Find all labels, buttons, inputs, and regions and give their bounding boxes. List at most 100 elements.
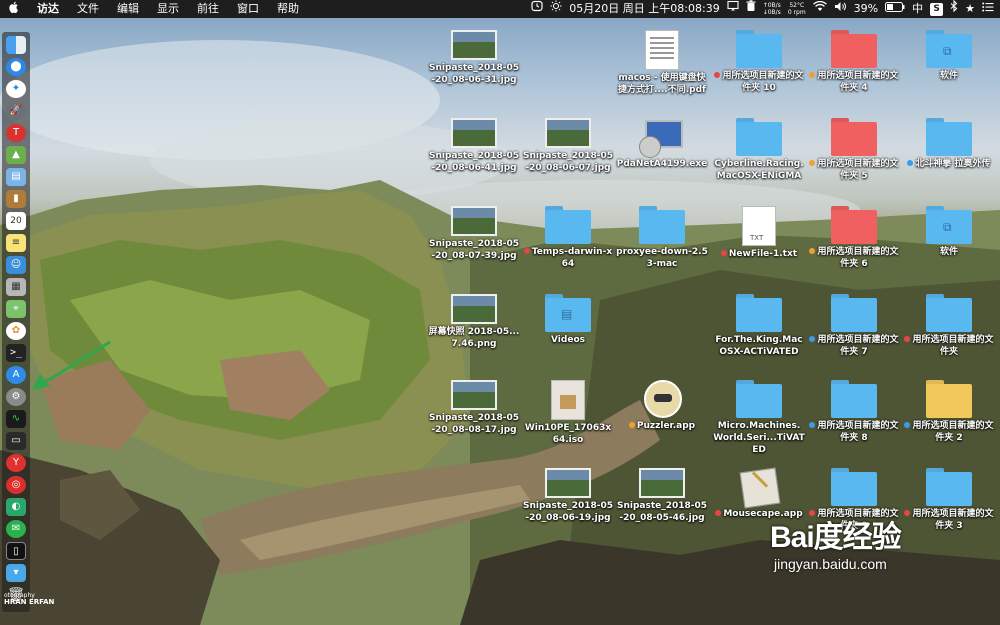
desktop-item[interactable]: 用所选项目新建的文件夹 8 [808,380,900,444]
desktop-item-label: Cyberline.Racing.MacOSX-ENiGMA [713,158,805,182]
menu-help[interactable]: 帮助 [268,0,308,18]
brightness-icon[interactable] [550,0,562,18]
desktop-item[interactable]: TXT NewFile-1.txt [713,206,805,260]
dock-iphone-icon[interactable]: ▯ [6,542,26,560]
green-arrow-annotation [32,340,111,390]
desktop-item[interactable]: Snipaste_2018-05-20_08-06-19.jpg [522,468,614,524]
desktop-item[interactable]: 用所选项目新建的文件夹 [903,294,995,358]
desktop-item[interactable]: 屏幕快照 2018-05...7.46.png [428,294,520,350]
desktop-item[interactable]: For.The.King.MacOSX-ACTiVATED [713,294,805,358]
menu-window[interactable]: 窗口 [228,0,268,18]
desktop-item[interactable]: Temps-darwin-x64 [522,206,614,270]
dock-red-app-icon[interactable]: T [6,124,26,142]
tag-dot [809,160,816,166]
desktop-item-label: Videos [522,334,614,346]
dock-green-app-icon[interactable]: ◐ [6,498,26,516]
dock-system-preferences-icon[interactable]: ⚙ [6,388,26,406]
dock-calendar-icon[interactable]: 20 [6,212,26,230]
desktop-item-label: 用所选项目新建的文件夹 2 [903,420,995,444]
dock-activity-monitor-icon[interactable]: ∿ [6,410,26,428]
desktop-item-name: NewFile-1.txt [728,249,798,259]
menu-view[interactable]: 显示 [148,0,188,18]
dock-contacts-icon[interactable]: ☺ [6,256,26,274]
desktop-item[interactable]: ⧉ 软件 [903,206,995,258]
display-icon[interactable] [727,0,739,18]
menu-file[interactable]: 文件 [68,0,108,18]
dock-notes-icon[interactable]: ≡ [6,234,26,252]
desktop-item[interactable]: macos - 使用键盘快捷方式打....不同.pdf [616,30,708,96]
dock-console-icon[interactable]: ▭ [6,432,26,450]
dock-launchpad-icon[interactable]: 🚀 [6,102,26,120]
dock-wechat-icon[interactable]: ✉ [6,520,26,538]
desktop-item[interactable]: Snipaste_2018-05-20_08-06-07.jpg [522,118,614,174]
dock-netease-music-icon[interactable]: ◎ [6,476,26,494]
dock-siri-icon[interactable]: ⬤ [6,58,26,76]
desktop-item[interactable]: proxyee-down-2.53-mac [616,206,708,270]
dock-android-icon[interactable]: ▲ [6,146,26,164]
desktop-item[interactable]: 用所选项目新建的文件夹 6 [808,206,900,270]
desktop-item[interactable]: ▤ Videos [522,294,614,346]
desktop-item-label: Puzzler.app [616,420,708,432]
menu-finder[interactable]: 访达 [28,0,68,18]
favorites-star-icon[interactable]: ★ [965,0,975,18]
desktop-item[interactable]: 用所选项目新建的文件夹 5 [808,118,900,182]
folder-icon [831,380,877,418]
desktop-item[interactable]: Snipaste_2018-05-20_08-05-46.jpg [616,468,708,524]
desktop-item[interactable]: Cyberline.Racing.MacOSX-ENiGMA [713,118,805,182]
dock-photo-booth-icon[interactable]: ▦ [6,278,26,296]
desktop-item[interactable]: 北斗神拳 拉奥外传 [903,118,995,170]
desktop-item-label: 北斗神拳 拉奥外传 [903,158,995,170]
desktop-item[interactable]: Snipaste_2018-05-20_08-06-31.jpg [428,30,520,86]
desktop-item[interactable]: 用所选项目新建的文件夹 2 [903,380,995,444]
desktop-item-name: Snipaste_2018-05-20_08-08-17.jpg [428,413,520,435]
desktop-item[interactable]: 用所选项目新建的文件夹 7 [808,294,900,358]
tag-dot [904,422,911,428]
dock: ⬤ ✦ 🚀 T ▲ ▤ ▮ 20 ≡ ☺ ▦ ⌖ ✿ >_ A ⚙ ∿ ▭ Y … [2,32,30,612]
volume-icon[interactable] [834,0,847,18]
dock-maps-icon[interactable]: ⌖ [6,300,26,318]
bluetooth-icon[interactable] [950,0,958,18]
dock-terminal-icon[interactable]: >_ [6,344,26,362]
desktop-item[interactable]: Puzzler.app [616,380,708,432]
dock-photos-icon[interactable]: ✿ [6,322,26,340]
desktop-item-label: proxyee-down-2.53-mac [616,246,708,270]
desktop-item[interactable]: Snipaste_2018-05-20_08-07-39.jpg [428,206,520,262]
desktop-item-label: macos - 使用键盘快捷方式打....不同.pdf [616,72,708,96]
network-speed[interactable]: ↑0B/s ↓0B/s [763,2,781,16]
menu-edit[interactable]: 编辑 [108,0,148,18]
timer-icon[interactable] [531,0,543,18]
desktop-item-label: 屏幕快照 2018-05...7.46.png [428,326,520,350]
wifi-icon[interactable] [812,0,827,18]
desktop-item[interactable]: Snipaste_2018-05-20_08-06-41.jpg [428,118,520,174]
desktop-item-name: 软件 [939,71,958,81]
battery-icon[interactable] [885,0,905,18]
desktop-item[interactable]: ⧉ 软件 [903,30,995,82]
trash-icon[interactable] [746,0,756,18]
dock-notebook-icon[interactable]: ▮ [6,190,26,208]
snipaste-icon[interactable]: S [930,2,944,16]
temperature-readout[interactable]: 52°C 0 rpm [788,2,806,16]
battery-percent[interactable]: 39% [854,0,878,18]
dock-finder-icon[interactable] [6,36,26,54]
dock-preview-icon[interactable]: ▤ [6,168,26,186]
desktop-item[interactable]: Win10PE_17063x64.iso [522,380,614,446]
desktop-item[interactable]: 用所选项目新建的文件夹 4 [808,30,900,94]
desktop-item[interactable]: PdaNetA4199.exe [616,118,708,170]
folder-icon [639,206,685,244]
desktop-item[interactable]: Snipaste_2018-05-20_08-08-17.jpg [428,380,520,436]
apple-menu-icon[interactable] [0,0,28,18]
dock-app-store-icon[interactable]: A [6,366,26,384]
dock-downloads-icon[interactable]: ▾ [6,564,26,582]
menubar-clock[interactable]: 05月20日 周日 上午08:08:39 [569,0,719,18]
desktop-item[interactable]: 用所选项目新建的文件夹 3 [903,468,995,532]
input-method-indicator[interactable]: 中 [912,0,923,18]
dock-safari-icon[interactable]: ✦ [6,80,26,98]
dock-yandex-icon[interactable]: Y [6,454,26,472]
folder-icon [831,206,877,244]
desktop-item[interactable]: Micro.Machines.World.Seri...TiVATED [713,380,805,456]
desktop-item-label: 软件 [903,70,995,82]
notification-list-icon[interactable] [982,0,994,18]
desktop-item-name: Snipaste_2018-05-20_08-06-19.jpg [522,501,614,523]
desktop-item[interactable]: 用所选项目新建的文件夹 10 [713,30,805,94]
menu-go[interactable]: 前往 [188,0,228,18]
